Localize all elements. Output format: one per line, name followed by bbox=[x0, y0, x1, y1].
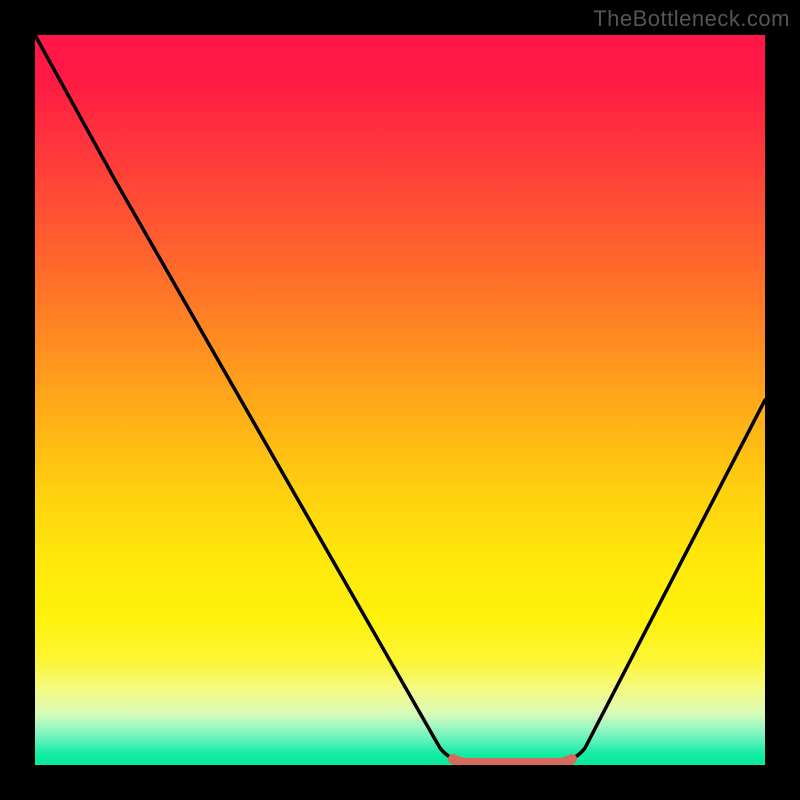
watermark-text: TheBottleneck.com bbox=[593, 6, 790, 32]
chart-frame: TheBottleneck.com bbox=[0, 0, 800, 800]
bottleneck-curve-svg bbox=[35, 35, 765, 765]
bottleneck-curve-path bbox=[35, 35, 765, 762]
plot-area bbox=[35, 35, 765, 765]
optimal-range-marker bbox=[453, 759, 572, 763]
